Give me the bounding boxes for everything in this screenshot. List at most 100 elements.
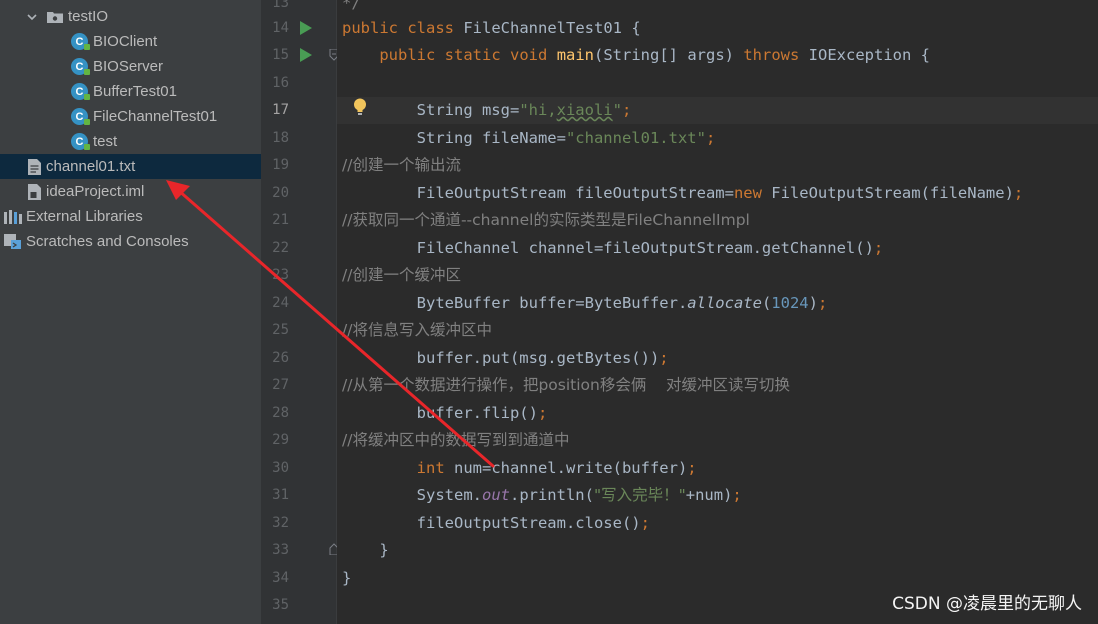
keyword: class [407,19,455,37]
tree-item-external-libraries[interactable]: External Libraries [0,204,261,229]
run-class-icon[interactable] [300,21,312,35]
line-number-current: 17 [272,102,289,118]
code-text: fileOutputStream.close() [416,514,641,532]
line-number: 30 [272,460,289,476]
java-class-icon: C [71,58,90,75]
tree-item-label: testIO [68,8,109,25]
tree-item-buffertest01[interactable]: C BufferTest01 [0,79,261,104]
code-line-31: System.out.println("写入完毕！"+num); [342,482,742,509]
tree-item-ideaproject-iml[interactable]: ideaProject.iml [0,179,261,204]
code-text: ( [761,294,772,312]
line-number: 26 [272,350,289,366]
tree-item-scratches-and-consoles[interactable]: Scratches and Consoles [0,229,261,254]
code-line-29: //将缓冲区中的数据写到到通道中 [342,427,569,454]
tree-item-bioclient[interactable]: C BIOClient [0,29,261,54]
project-tree-panel: testIO C BIOClient C BIOServer C BufferT… [0,0,261,624]
semicolon: ; [873,239,884,257]
code-text: (String[] args) [594,46,744,64]
method-name: main [556,46,595,64]
scratches-icon [4,233,21,249]
line-number: 33 [272,542,289,558]
tree-item-label: FileChannelTest01 [93,108,218,125]
line-number: 25 [272,322,289,338]
tree-item-label: External Libraries [26,208,143,225]
line-number: 28 [272,405,289,421]
java-class-icon: C [71,83,90,100]
keyword: int [416,459,445,477]
static-field: out [481,486,510,504]
code-line-34: } [342,565,351,592]
code-text: buffer.put(msg.getBytes()) [416,349,660,367]
comment-text: */ [342,0,361,12]
code-line-17: String msg="hi,xiaoli"; [342,97,632,124]
code-line-33: } [342,537,388,564]
semicolon: ; [640,514,650,532]
line-number: 19 [272,157,289,173]
line-number: 29 [272,432,289,448]
tree-item-label: ideaProject.iml [46,183,145,200]
semicolon: ; [687,459,697,477]
tree-item-label: BIOClient [93,33,158,50]
code-text: FileOutputStream(fileName) [761,184,1014,202]
code-line-21: //获取同一个通道--channel的实际类型是FileChannelImpl [342,207,750,234]
tree-item-label: BufferTest01 [93,83,177,100]
code-line-25: //将信息写入缓冲区中 [342,317,492,344]
line-number: 23 [272,267,289,283]
module-file-icon [28,183,41,200]
code-line-20: FileOutputStream fileOutputStream=new Fi… [342,180,1024,207]
class-name: FileChannelTest01 { [454,19,641,37]
watermark: CSDN @凌晨里的无聊人 [892,594,1082,614]
tree-item-test[interactable]: C test [0,129,261,154]
code-line-19: //创建一个输出流 [342,152,461,179]
code-editor[interactable]: */ public class FileChannelTest01 { publ… [337,0,1098,624]
tree-item-testio-folder[interactable]: testIO [0,4,261,29]
code-text: IOException { [799,46,930,64]
code-line-14: public class FileChannelTest01 { [342,15,641,42]
tree-item-bioserver[interactable]: C BIOServer [0,54,261,79]
java-class-icon: C [71,133,90,150]
line-number: 16 [272,75,289,91]
line-number: 32 [272,515,289,531]
tree-item-channel01-txt[interactable]: channel01.txt [0,154,261,179]
code-text: String msg= [416,101,520,119]
code-text: +num) [685,486,733,504]
code-line-32: fileOutputStream.close(); [342,510,650,537]
line-number: 24 [272,295,289,311]
tree-item-filechanneltest01[interactable]: C FileChannelTest01 [0,104,261,129]
code-text: ) [808,294,818,312]
comment-text: //创建一个缓冲区 [342,266,461,284]
comment-text: //将缓冲区中的数据写到到通道中 [342,431,570,449]
package-folder-icon [47,11,63,23]
semicolon: ; [621,101,632,119]
closing-brace: } [342,569,352,587]
text-file-icon [28,158,41,175]
tree-item-label: channel01.txt [46,158,136,175]
number-literal: 1024 [771,294,809,312]
keyword: public [379,46,436,64]
tree-item-label: BIOServer [93,58,164,75]
code-line-28: buffer.flip(); [342,400,548,427]
java-class-icon: C [71,108,90,125]
line-number: 31 [272,487,289,503]
semicolon: ; [705,129,716,147]
keyword: new [733,184,762,202]
code-line-30: int num=channel.write(buffer); [342,455,697,482]
line-number: 15 [272,47,289,63]
keyword: void [510,46,548,64]
code-line-23: //创建一个缓冲区 [342,262,461,289]
keyword: throws [743,46,800,64]
comment-text: //将信息写入缓冲区中 [342,321,492,339]
string-literal: " [612,101,622,119]
run-main-icon[interactable] [300,48,312,62]
line-number: 21 [272,212,289,228]
line-number: 34 [272,570,289,586]
line-number: 18 [272,130,289,146]
code-text: System. [416,486,482,504]
java-class-icon: C [71,33,90,50]
comment-text: //获取同一个通道--channel的实际类型是FileChannelImpl [342,211,750,229]
keyword: public [342,19,398,37]
semicolon: ; [537,404,548,422]
string-literal: "channel01.txt" [565,129,706,147]
code-text: FileChannel channel=fileOutputStream.get… [416,239,874,257]
chevron-down-icon[interactable] [25,10,39,24]
